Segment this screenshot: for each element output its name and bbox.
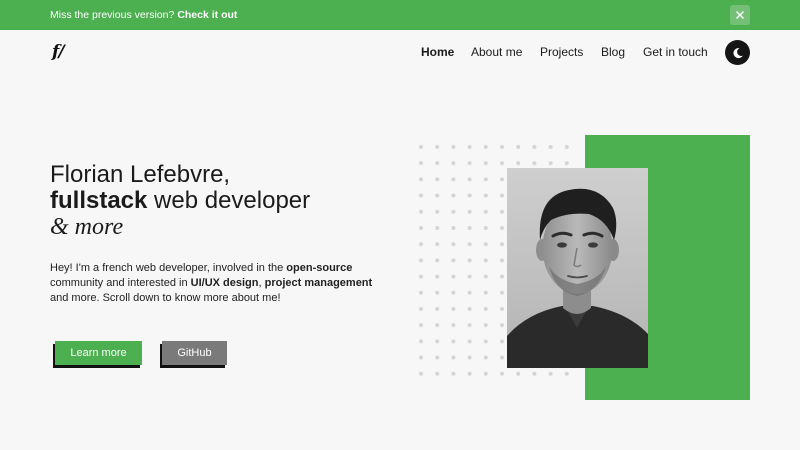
portrait-image — [507, 168, 648, 368]
nav-item-home[interactable]: Home — [421, 45, 454, 59]
intro-highlight: project management — [264, 277, 373, 289]
announcement-close-button[interactable] — [730, 5, 750, 25]
github-button-wrap: GitHub — [160, 341, 227, 368]
announcement-link[interactable]: Check it out — [177, 9, 237, 21]
hero-role-bold: fullstack — [50, 187, 148, 214]
nav-item-get-in-touch[interactable]: Get in touch — [643, 45, 708, 59]
intro-highlight: UI/UX design — [190, 277, 259, 289]
hero-title: Florian Lefebvre, fullstack web develope… — [50, 161, 390, 241]
nav-item-blog[interactable]: Blog — [601, 45, 625, 59]
hero-intro: Hey! I'm a french web developer, involve… — [50, 261, 385, 306]
close-icon — [736, 11, 744, 19]
theme-toggle-button[interactable] — [725, 40, 750, 65]
announcement-bar: Miss the previous version? Check it out — [0, 0, 800, 30]
moon-icon — [732, 47, 743, 58]
hero-role-rest: web developer — [147, 187, 311, 214]
nav-item-projects[interactable]: Projects — [540, 45, 583, 59]
nav-item-about-me[interactable]: About me — [471, 45, 522, 59]
learn-more-button[interactable]: Learn more — [55, 341, 142, 365]
hero-more: & more — [50, 214, 124, 240]
announcement-text: Miss the previous version? — [50, 9, 175, 21]
profile-photo — [507, 168, 648, 368]
learn-more-button-wrap: Learn more — [53, 341, 142, 368]
intro-highlight: open-source — [286, 262, 353, 274]
github-button[interactable]: GitHub — [162, 341, 227, 365]
main-nav: Home About me Projects Blog Get in touch — [0, 45, 800, 61]
intro-text: and more. Scroll down to know more about… — [50, 292, 281, 304]
hero-name: Florian Lefebvre, — [50, 161, 231, 188]
intro-text: Hey! I'm a french web developer, involve… — [50, 262, 287, 274]
intro-text: community and interested in — [50, 277, 191, 289]
